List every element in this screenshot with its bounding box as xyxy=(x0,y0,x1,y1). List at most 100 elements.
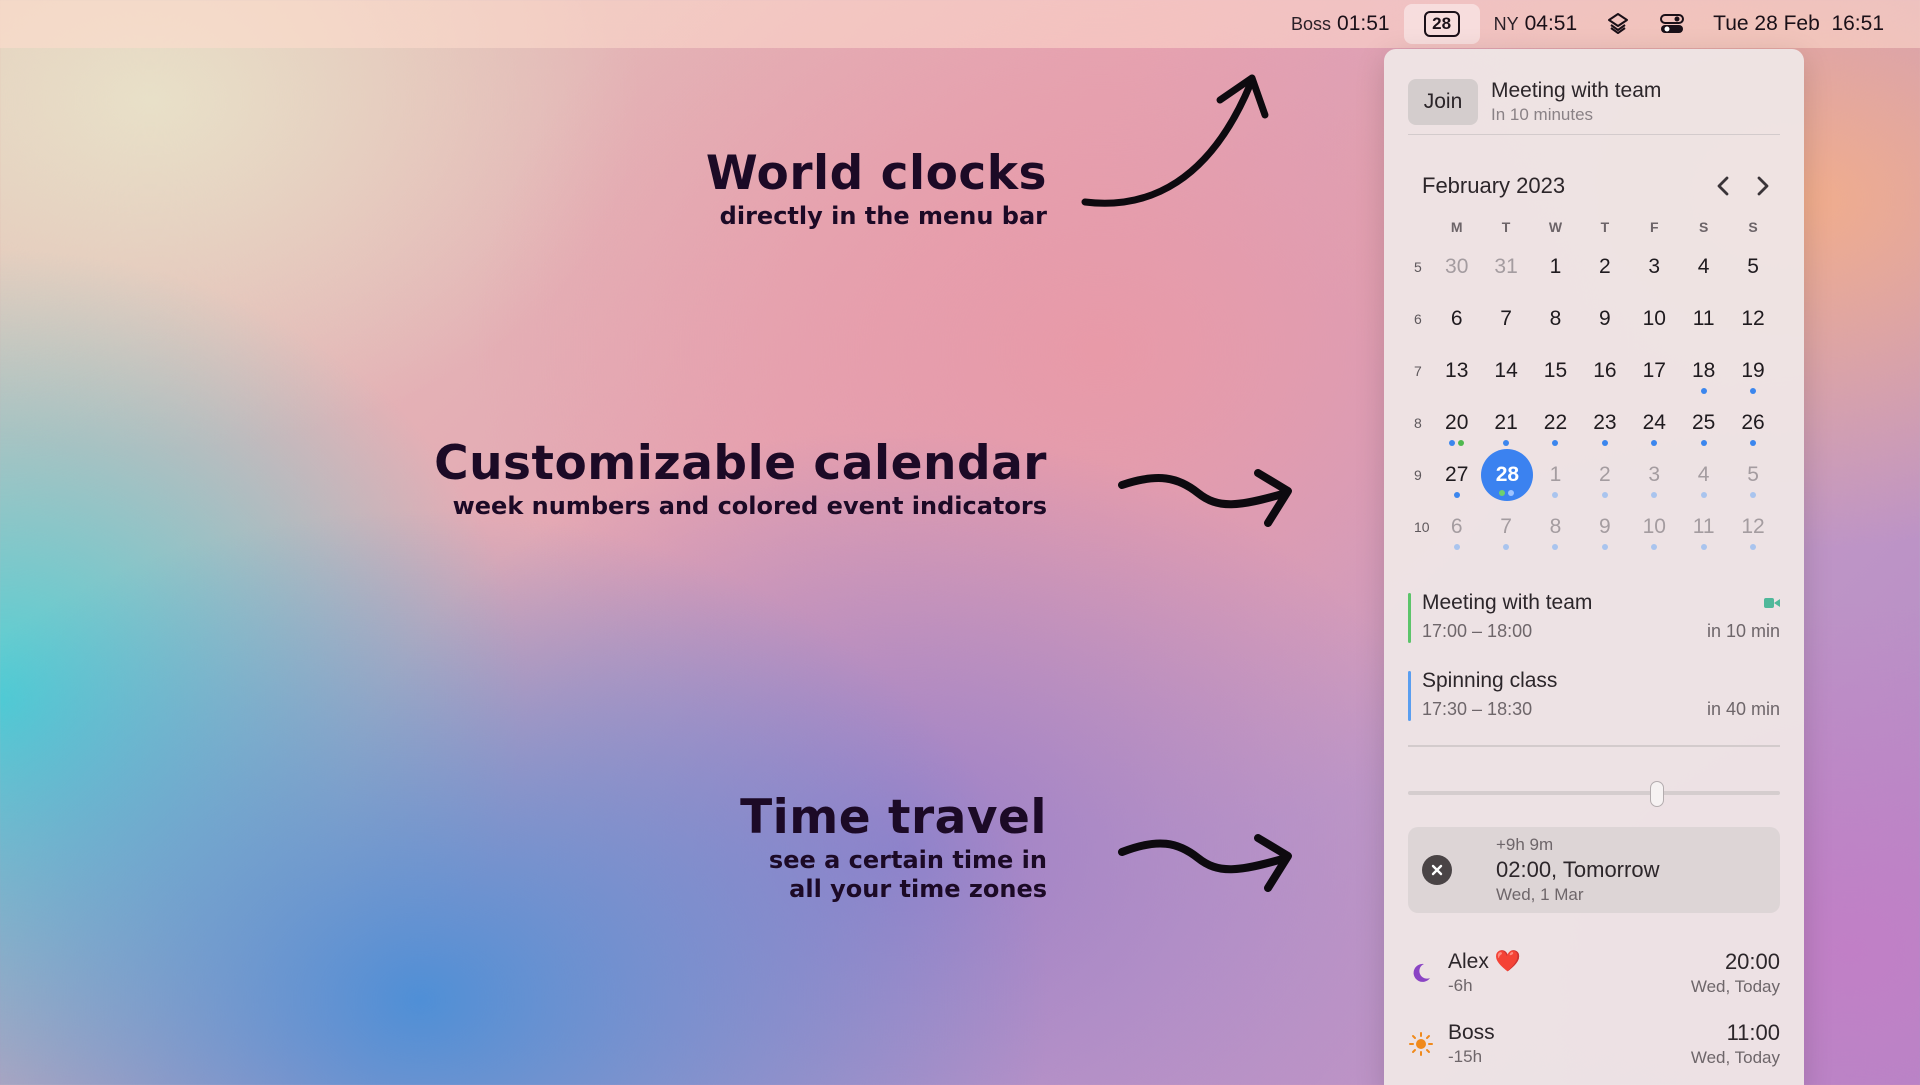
calendar-day[interactable]: 16 xyxy=(1580,345,1629,397)
calendar-day[interactable]: 2 xyxy=(1580,241,1629,293)
calendar-day[interactable]: 21 xyxy=(1481,397,1530,449)
event-indicator-dot xyxy=(1750,440,1757,446)
world-clock-item[interactable]: Alex ❤️ -6h 20:00 Wed, Today xyxy=(1408,947,1780,999)
next-meeting-subtitle: In 10 minutes xyxy=(1491,104,1594,124)
calendar-day[interactable]: 5 xyxy=(1728,449,1777,501)
day-number: 1 xyxy=(1549,463,1562,486)
day-number: 11 xyxy=(1692,307,1715,330)
calendar-day[interactable]: 4 xyxy=(1679,241,1728,293)
calendar-day[interactable]: 12 xyxy=(1728,501,1777,553)
calendar-day[interactable]: 19 xyxy=(1728,345,1777,397)
close-time-travel-button[interactable] xyxy=(1422,854,1452,885)
calendar-day[interactable]: 9 xyxy=(1580,293,1629,345)
menubar-boss-clock[interactable]: Boss 01:51 xyxy=(1277,0,1404,48)
weekday-label: T xyxy=(1600,219,1610,235)
chevron-left-icon xyxy=(1717,176,1729,196)
calendar-day[interactable]: 4 xyxy=(1679,449,1728,501)
calendar-day-today[interactable]: 28 xyxy=(1481,449,1534,501)
calendar-day[interactable]: 26 xyxy=(1728,397,1777,449)
slider-thumb[interactable] xyxy=(1650,780,1665,807)
day-number: 10 xyxy=(1642,307,1666,330)
calendar-day[interactable]: 3 xyxy=(1630,449,1679,501)
event-time: 17:00 – 18:00 xyxy=(1422,621,1533,641)
video-camera-icon[interactable] xyxy=(1764,597,1780,609)
calendar-day[interactable]: 10 xyxy=(1630,501,1679,553)
calendar-day[interactable]: 10 xyxy=(1630,293,1679,345)
calendar-day[interactable]: 3 xyxy=(1630,241,1679,293)
weekday-label: S xyxy=(1748,219,1758,235)
day-number: 4 xyxy=(1697,255,1710,278)
event-indicator-dot xyxy=(1498,490,1505,496)
calendar-day[interactable]: 20 xyxy=(1432,397,1481,449)
menubar-calendar-button[interactable]: 28 xyxy=(1403,4,1480,44)
calendar-day[interactable]: 6 xyxy=(1432,293,1481,345)
calendar-day[interactable]: 25 xyxy=(1679,397,1728,449)
calendar-day[interactable]: 13 xyxy=(1432,345,1481,397)
calendar-day[interactable]: 31 xyxy=(1481,241,1530,293)
menubar-datetime[interactable]: Tue 28 Feb 16:51 xyxy=(1699,0,1898,48)
calendar-day[interactable]: 11 xyxy=(1679,501,1728,553)
event-item[interactable]: Meeting with team 17:00 – 18:00 in 10 mi… xyxy=(1408,591,1780,645)
day-number: 6 xyxy=(1450,307,1463,330)
world-clock-list: Alex ❤️ -6h 20:00 Wed, Today Boss -15h 1… xyxy=(1408,947,1780,1070)
calendar-day[interactable]: 7 xyxy=(1481,293,1530,345)
previous-month-button[interactable] xyxy=(1714,174,1732,198)
event-until: in 10 min xyxy=(1706,621,1780,641)
event-indicator-dot xyxy=(1503,440,1510,446)
calendar-day[interactable]: 14 xyxy=(1481,345,1530,397)
calendar-day[interactable]: 8 xyxy=(1531,501,1580,553)
event-item[interactable]: Spinning class 17:30 – 18:30 in 40 min xyxy=(1408,669,1780,723)
calendar-day[interactable]: 22 xyxy=(1531,397,1580,449)
join-button[interactable]: Join xyxy=(1408,78,1478,125)
day-number: 12 xyxy=(1741,307,1765,330)
clock-offset: -15h xyxy=(1448,1046,1483,1066)
calendar-day[interactable]: 27 xyxy=(1432,449,1481,501)
calendar-day[interactable]: 8 xyxy=(1531,293,1580,345)
day-number: 3 xyxy=(1648,255,1661,278)
calendar-grid: M T W T F S S 5 30 31 1 2 3 4 5 6 6 7 8 9 10 11 12 7 13 14… xyxy=(1408,213,1780,553)
day-number: 13 xyxy=(1445,359,1469,382)
calendar-day[interactable]: 18 xyxy=(1679,345,1728,397)
event-indicator-dot xyxy=(1449,440,1456,446)
event-indicator-dot xyxy=(1750,388,1757,394)
day-number: 12 xyxy=(1741,515,1765,538)
calendar-day[interactable]: 2 xyxy=(1580,449,1629,501)
calendar-day[interactable]: 12 xyxy=(1728,293,1777,345)
calendar-day[interactable]: 9 xyxy=(1580,501,1629,553)
calendar-day[interactable]: 24 xyxy=(1630,397,1679,449)
next-month-button[interactable] xyxy=(1754,174,1772,198)
week-number: 8 xyxy=(1414,415,1422,431)
calendar-day[interactable]: 6 xyxy=(1432,501,1481,553)
menubar-ny-clock[interactable]: NY 04:51 xyxy=(1480,0,1592,48)
calendar-day[interactable]: 5 xyxy=(1728,241,1777,293)
time-travel-date: Wed, 1 Mar xyxy=(1496,884,1584,904)
time-travel-slider[interactable] xyxy=(1408,780,1780,807)
event-until: in 40 min xyxy=(1706,699,1780,719)
calendar-day[interactable]: 15 xyxy=(1531,345,1580,397)
ny-clock-time: 04:51 xyxy=(1524,12,1578,35)
feature-subtitle: see a certain time in all your time zone… xyxy=(768,846,1047,903)
calendar-popover: Join Meeting with team In 10 minutes Feb… xyxy=(1384,49,1804,1085)
calendar-day[interactable]: 30 xyxy=(1432,241,1481,293)
event-color-bar xyxy=(1408,671,1411,721)
calendar-day[interactable]: 11 xyxy=(1679,293,1728,345)
calendar-day[interactable]: 7 xyxy=(1481,501,1530,553)
control-center-icon xyxy=(1659,11,1685,37)
calendar-day[interactable]: 1 xyxy=(1531,241,1580,293)
menubar-layers-button[interactable] xyxy=(1591,0,1645,48)
event-indicator-dot xyxy=(1601,440,1608,446)
boss-clock-label: Boss xyxy=(1290,13,1332,34)
weekday-label: M xyxy=(1450,219,1463,235)
world-clock-item[interactable]: Boss -15h 11:00 Wed, Today xyxy=(1408,1018,1780,1070)
day-number: 27 xyxy=(1445,463,1469,486)
calendar-day[interactable]: 1 xyxy=(1531,449,1580,501)
calendar-day[interactable]: 23 xyxy=(1580,397,1629,449)
calendar-badge-icon: 28 xyxy=(1423,11,1460,37)
menubar-control-center-button[interactable] xyxy=(1645,0,1699,48)
menu-bar: Boss 01:51 28 NY 04:51 Tue 28 Feb 16:51 xyxy=(0,0,1920,48)
next-meeting-info[interactable]: Meeting with team In 10 minutes xyxy=(1491,79,1661,125)
calendar-day[interactable]: 17 xyxy=(1630,345,1679,397)
day-number: 1 xyxy=(1549,255,1562,278)
week-row: 10 6 7 8 9 10 11 12 xyxy=(1408,501,1780,553)
day-number: 18 xyxy=(1691,359,1716,382)
